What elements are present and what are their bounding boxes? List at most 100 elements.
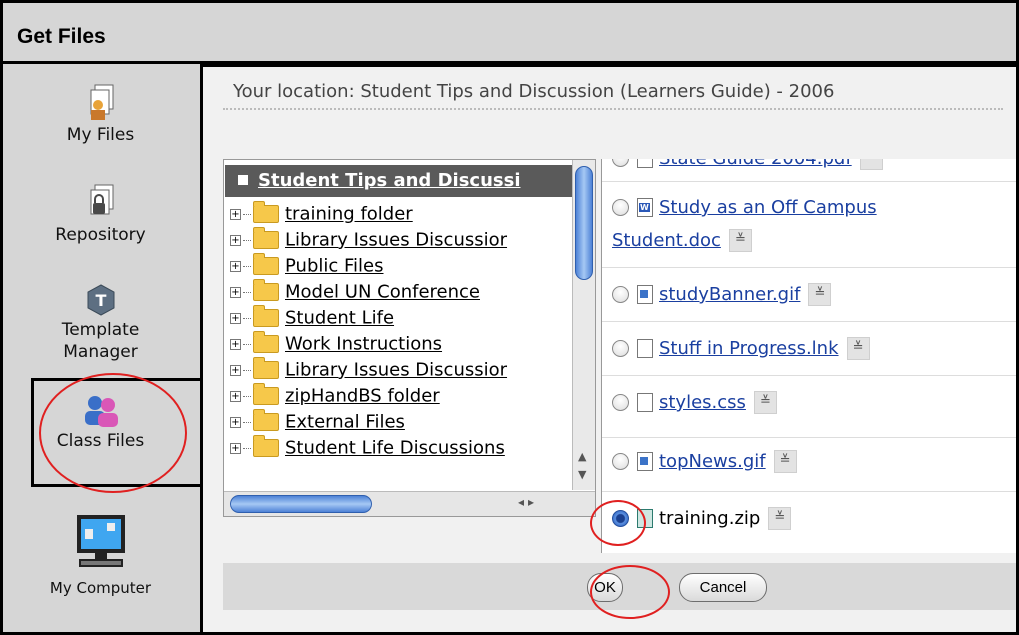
- tree-item[interactable]: + training folder: [230, 201, 413, 227]
- row-divider: [602, 437, 1016, 438]
- sidebar-item-label: Repository: [55, 225, 146, 245]
- expand-icon[interactable]: +: [230, 390, 241, 402]
- tree-vertical-scrollbar[interactable]: ▲ ▼: [572, 160, 595, 490]
- tree-item[interactable]: + Public Files: [230, 253, 384, 279]
- scroll-thumb[interactable]: [575, 166, 593, 280]
- file-menu-icon[interactable]: ≚: [859, 159, 883, 170]
- folder-icon: [253, 383, 279, 405]
- file-row[interactable]: topNews.gif ≚: [612, 450, 797, 473]
- expand-icon[interactable]: +: [230, 338, 241, 350]
- expand-icon[interactable]: +: [230, 260, 241, 272]
- expand-icon[interactable]: +: [230, 312, 241, 324]
- tree-item[interactable]: + Student Life Discussions: [230, 435, 505, 461]
- cancel-button[interactable]: Cancel: [679, 573, 767, 602]
- row-divider: [602, 491, 1016, 492]
- file-menu-icon[interactable]: ≚: [808, 283, 832, 306]
- tree-item[interactable]: + Library Issues Discussior: [230, 357, 507, 383]
- dialog-title: Get Files: [17, 25, 106, 48]
- expand-icon[interactable]: +: [230, 364, 241, 376]
- file-row-continued[interactable]: Student.doc ≚: [612, 229, 752, 252]
- file-radio[interactable]: [612, 394, 629, 411]
- tree-root-header[interactable]: Student Tips and Discussi: [225, 165, 573, 197]
- file-row[interactable]: Study as an Off Campus: [612, 197, 877, 218]
- image-file-icon: [637, 452, 653, 471]
- sidebar-item-repository[interactable]: Repository: [3, 183, 198, 245]
- row-divider: [602, 321, 1016, 322]
- expand-icon[interactable]: +: [230, 208, 241, 220]
- get-files-dialog: Get Files My Files Repository T Template…: [0, 0, 1019, 635]
- expand-icon[interactable]: +: [230, 234, 241, 246]
- file-list: State Guide 2004.pdf≚ Study as an Off Ca…: [601, 159, 1016, 553]
- folder-icon: [253, 253, 279, 275]
- my-files-icon: [90, 84, 113, 120]
- file-row[interactable]: studyBanner.gif ≚: [612, 283, 832, 306]
- repository-icon: [90, 184, 113, 215]
- file-radio[interactable]: [612, 199, 629, 216]
- file-row[interactable]: Stuff in Progress.lnk ≚: [612, 337, 870, 360]
- scroll-down-icon[interactable]: ▼: [578, 468, 586, 481]
- scroll-up-icon[interactable]: ▲: [578, 450, 586, 463]
- file-radio[interactable]: [612, 453, 629, 470]
- folder-icon: [253, 435, 279, 457]
- ok-button[interactable]: OK: [587, 573, 623, 602]
- sidebar-item-label: Class Files: [56, 431, 145, 451]
- sidebar-item-my-files[interactable]: My Files: [3, 83, 198, 145]
- folder-tree: Student Tips and Discussi + training fold…: [223, 159, 596, 517]
- file-menu-icon[interactable]: ≚: [753, 391, 777, 414]
- file-row[interactable]: State Guide 2004.pdf≚: [612, 159, 883, 170]
- folder-icon: [253, 227, 279, 249]
- file-radio-selected[interactable]: [612, 510, 629, 527]
- tree-item[interactable]: + Student Life: [230, 305, 394, 331]
- sidebar-item-class-files[interactable]: Class Files: [3, 391, 198, 451]
- tree-horizontal-scrollbar[interactable]: ◂▸: [224, 491, 595, 516]
- folder-icon: [253, 409, 279, 431]
- folder-icon: [253, 331, 279, 353]
- folder-icon: [253, 201, 279, 223]
- tree-item[interactable]: + Model UN Conference: [230, 279, 480, 305]
- pdf-file-icon: [637, 159, 653, 168]
- file-menu-icon[interactable]: ≚: [728, 229, 752, 252]
- sidebar-item-label: Template: [61, 320, 140, 340]
- class-files-icon: [84, 396, 118, 427]
- file-menu-icon[interactable]: ≚: [768, 507, 792, 530]
- folder-icon: [253, 357, 279, 379]
- folder-icon: [253, 305, 279, 327]
- file-radio[interactable]: [612, 340, 629, 357]
- row-divider: [602, 181, 1016, 182]
- tree-item[interactable]: + Work Instructions: [230, 331, 442, 357]
- sidebar-item-label: My Computer: [49, 579, 152, 597]
- file-row-selected[interactable]: training.zip ≚: [612, 507, 792, 530]
- sidebar-item-my-computer[interactable]: My Computer: [3, 513, 198, 597]
- scroll-thumb[interactable]: [230, 495, 372, 513]
- expand-icon[interactable]: +: [230, 286, 241, 298]
- tree-item[interactable]: + Library Issues Discussior: [230, 227, 507, 253]
- sidebar-item-label: My Files: [66, 125, 135, 145]
- zip-file-icon: [637, 509, 653, 528]
- sidebar-item-label: Manager: [63, 342, 138, 362]
- svg-text:T: T: [95, 291, 106, 310]
- expand-icon[interactable]: +: [230, 416, 241, 428]
- location-divider: [223, 108, 1003, 110]
- expand-icon[interactable]: +: [230, 442, 241, 454]
- tree-item[interactable]: + External Files: [230, 409, 405, 435]
- file-radio[interactable]: [612, 159, 629, 167]
- word-file-icon: [637, 198, 653, 217]
- template-manager-icon: T: [87, 284, 114, 316]
- file-row[interactable]: styles.css ≚: [612, 391, 777, 414]
- row-divider: [602, 375, 1016, 376]
- square-bullet-icon: [238, 175, 248, 185]
- file-radio[interactable]: [612, 286, 629, 303]
- image-file-icon: [637, 285, 653, 304]
- button-bar: OK Cancel: [223, 563, 1016, 610]
- file-icon: [637, 393, 653, 412]
- sidebar-item-template-manager[interactable]: T Template Manager: [3, 283, 198, 363]
- file-icon: [637, 339, 653, 358]
- file-menu-icon[interactable]: ≚: [846, 337, 870, 360]
- computer-icon: [76, 515, 125, 567]
- tree-item[interactable]: + zipHandBS folder: [230, 383, 440, 409]
- scroll-left-right-icon[interactable]: ◂▸: [518, 495, 538, 509]
- main-panel: Your location: Student Tips and Discussi…: [200, 64, 1016, 632]
- location-path: Your location: Student Tips and Discussi…: [233, 81, 835, 102]
- row-divider: [602, 267, 1016, 268]
- file-menu-icon[interactable]: ≚: [773, 450, 797, 473]
